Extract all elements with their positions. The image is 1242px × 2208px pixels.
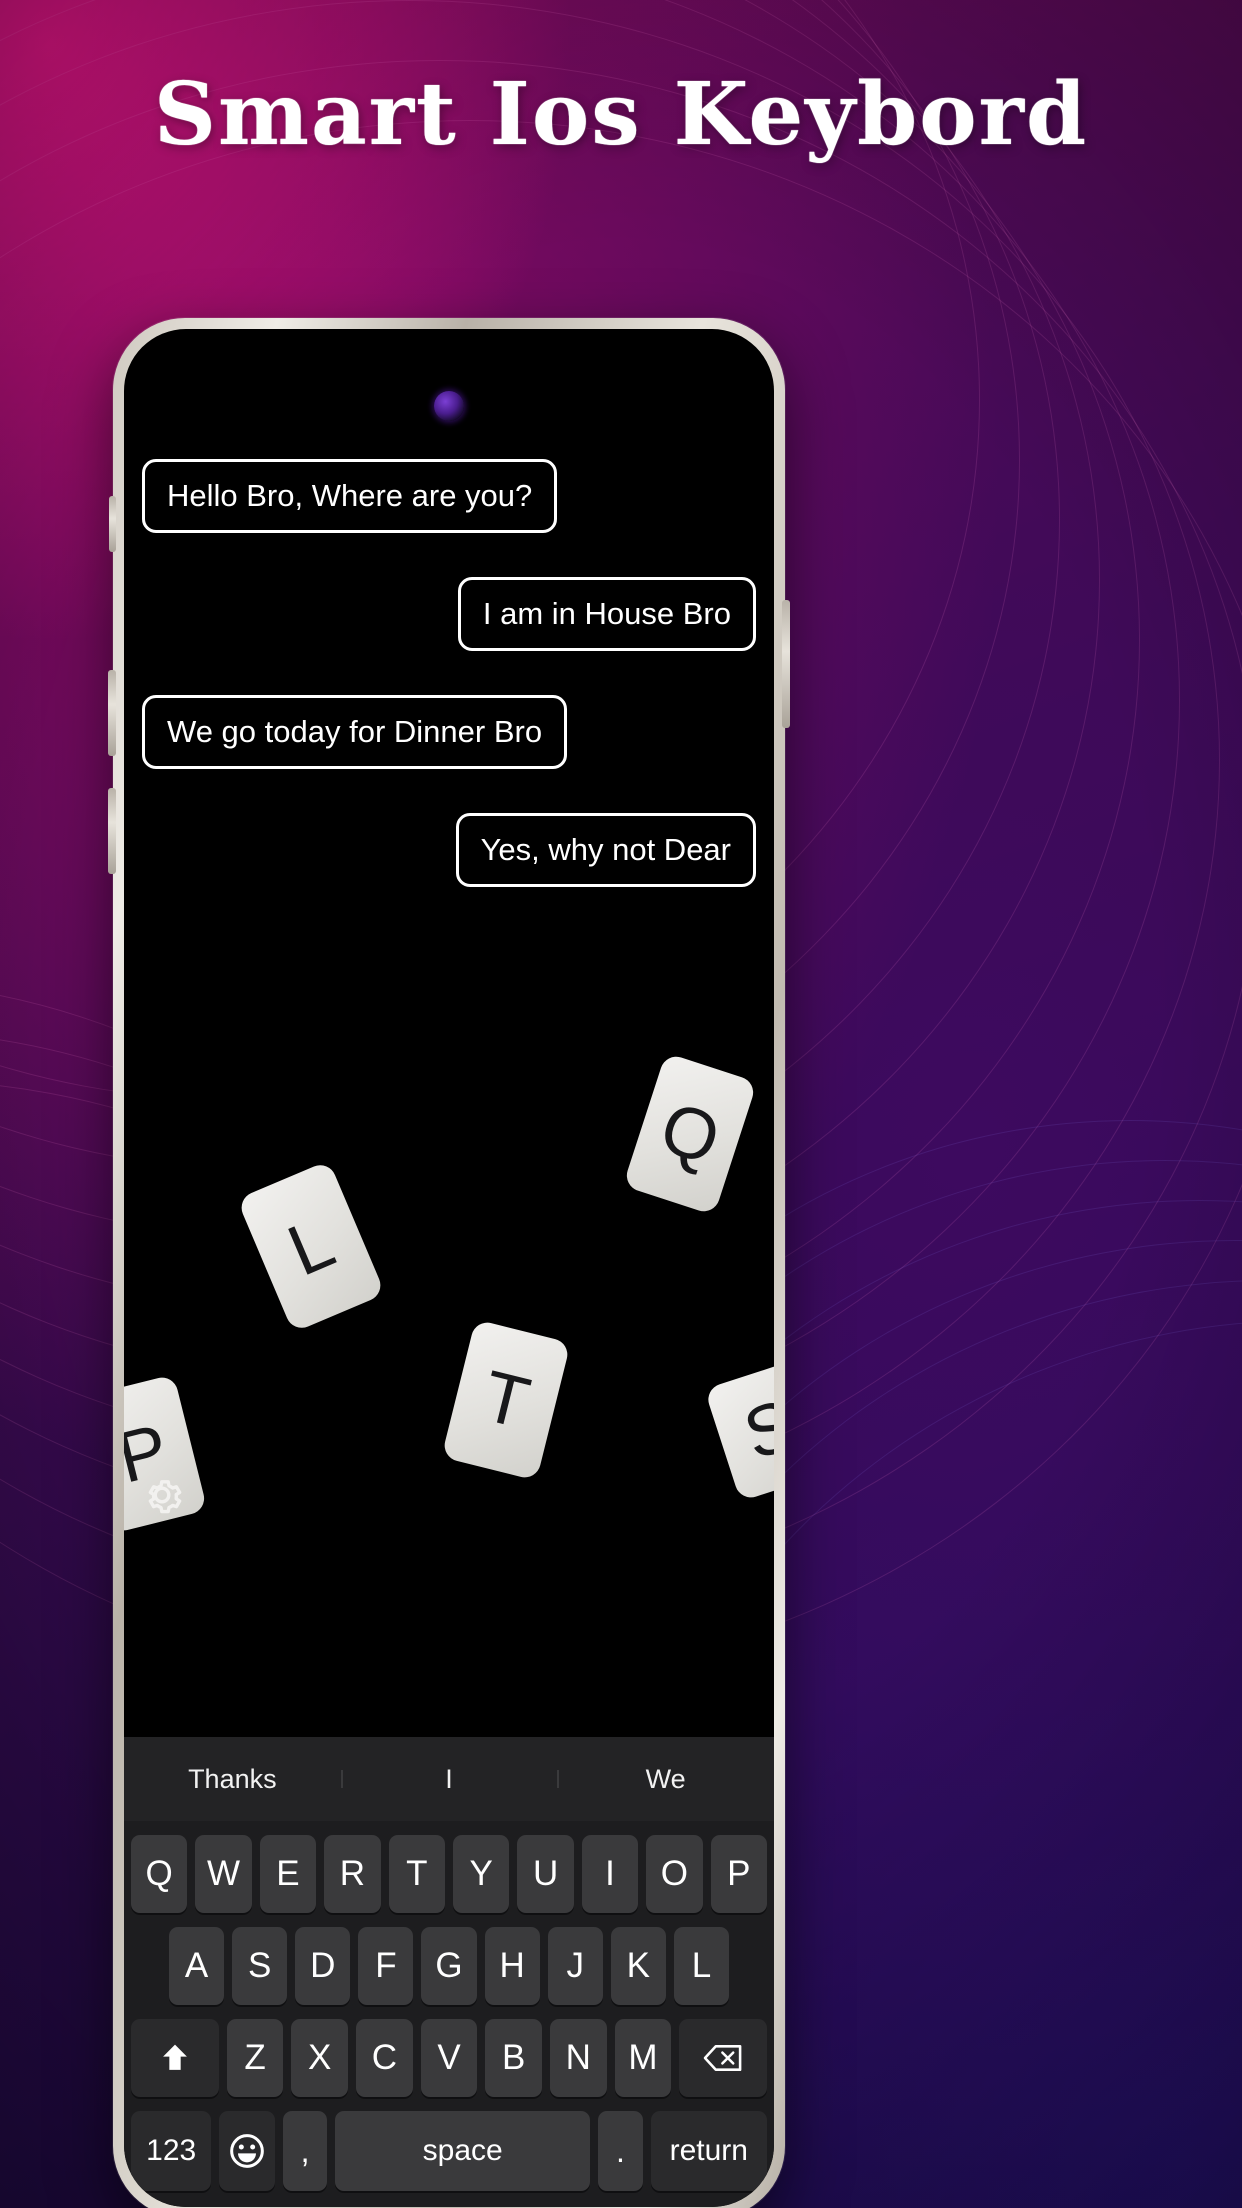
key-a[interactable]: A bbox=[169, 1927, 225, 2005]
emoji-icon bbox=[230, 2134, 264, 2168]
phone-mockup: Hello Bro, Where are you? I am in House … bbox=[108, 318, 790, 2208]
return-key[interactable]: return bbox=[650, 2111, 767, 2191]
key-x[interactable]: X bbox=[291, 2019, 349, 2097]
backspace-icon bbox=[703, 2045, 742, 2071]
key-d[interactable]: D bbox=[295, 1927, 351, 2005]
key-p[interactable]: P bbox=[710, 1835, 768, 1913]
key-z[interactable]: Z bbox=[226, 2019, 284, 2097]
key-j[interactable]: J bbox=[547, 1927, 603, 2005]
key-g[interactable]: G bbox=[421, 1927, 477, 2005]
space-key[interactable]: space bbox=[335, 2111, 591, 2191]
message-bubble-outgoing[interactable]: I am in House Bro bbox=[457, 577, 756, 651]
power-button[interactable] bbox=[782, 600, 790, 728]
key-l[interactable]: L bbox=[673, 1927, 729, 2005]
key-u[interactable]: U bbox=[517, 1835, 574, 1913]
comma-key[interactable]: , bbox=[282, 2111, 328, 2191]
shift-key[interactable] bbox=[130, 2019, 219, 2097]
emoji-key[interactable] bbox=[219, 2111, 275, 2191]
gear-icon bbox=[148, 1480, 182, 1514]
key-o[interactable]: O bbox=[646, 1835, 703, 1913]
key-v[interactable]: V bbox=[420, 2019, 478, 2097]
key-n[interactable]: N bbox=[549, 2019, 607, 2097]
message-bubble-outgoing[interactable]: Yes, why not Dear bbox=[455, 813, 756, 887]
message-bubble-incoming[interactable]: Hello Bro, Where are you? bbox=[142, 459, 558, 533]
chat-thread: Hello Bro, Where are you? I am in House … bbox=[124, 459, 774, 925]
key-m[interactable]: M bbox=[614, 2019, 672, 2097]
keyboard-row-2: A S D F G H J K L bbox=[124, 1927, 774, 2005]
numeric-key[interactable]: 123 bbox=[131, 2111, 212, 2191]
chat-row: I am in House Bro bbox=[142, 577, 756, 651]
suggestion-item-1[interactable]: Thanks bbox=[124, 1764, 341, 1795]
virtual-keyboard: Thanks I We Q W E R T Y U I O P A S D F bbox=[124, 1737, 774, 2207]
chat-row: Yes, why not Dear bbox=[142, 813, 756, 887]
key-c[interactable]: C bbox=[356, 2019, 413, 2097]
front-camera-icon bbox=[434, 391, 464, 421]
key-f[interactable]: F bbox=[358, 1927, 414, 2005]
key-b[interactable]: B bbox=[485, 2019, 542, 2097]
backspace-key[interactable] bbox=[679, 2019, 768, 2097]
key-k[interactable]: K bbox=[610, 1927, 666, 2005]
floating-keycard-l: L bbox=[236, 1160, 386, 1333]
key-q[interactable]: Q bbox=[130, 1835, 188, 1913]
volume-up-button[interactable] bbox=[108, 670, 116, 756]
key-i[interactable]: I bbox=[581, 1835, 639, 1913]
phone-screen: Hello Bro, Where are you? I am in House … bbox=[124, 329, 774, 2207]
chat-row: We go today for Dinner Bro bbox=[142, 695, 756, 769]
suggestion-item-2[interactable]: I bbox=[340, 1764, 558, 1795]
suggestion-item-3[interactable]: We bbox=[557, 1764, 774, 1795]
floating-keycard-s: S bbox=[704, 1358, 774, 1502]
key-h[interactable]: H bbox=[484, 1927, 540, 2005]
keyboard-row-3: Z X C V B N M bbox=[124, 2019, 774, 2097]
chat-row: Hello Bro, Where are you? bbox=[142, 459, 756, 533]
volume-down-button[interactable] bbox=[108, 788, 116, 874]
key-s[interactable]: S bbox=[232, 1927, 288, 2005]
shift-icon bbox=[162, 2044, 187, 2070]
floating-keycard-t: T bbox=[441, 1319, 571, 1481]
page-title: Smart Ios Keybord bbox=[153, 64, 1089, 165]
period-key[interactable]: . bbox=[598, 2111, 643, 2191]
key-t[interactable]: T bbox=[388, 1835, 445, 1913]
silent-switch-button[interactable] bbox=[109, 496, 116, 552]
keyboard-row-4: 123 , space . return bbox=[124, 2111, 774, 2191]
key-e[interactable]: E bbox=[259, 1835, 317, 1913]
keyboard-row-1: Q W E R T Y U I O P bbox=[124, 1835, 774, 1913]
floating-keycard-q: Q bbox=[622, 1052, 758, 1216]
key-y[interactable]: Y bbox=[453, 1835, 510, 1913]
message-bubble-incoming[interactable]: We go today for Dinner Bro bbox=[142, 695, 568, 769]
key-w[interactable]: W bbox=[195, 1835, 252, 1913]
key-r[interactable]: R bbox=[324, 1835, 381, 1913]
suggestion-bar: Thanks I We bbox=[124, 1737, 774, 1821]
